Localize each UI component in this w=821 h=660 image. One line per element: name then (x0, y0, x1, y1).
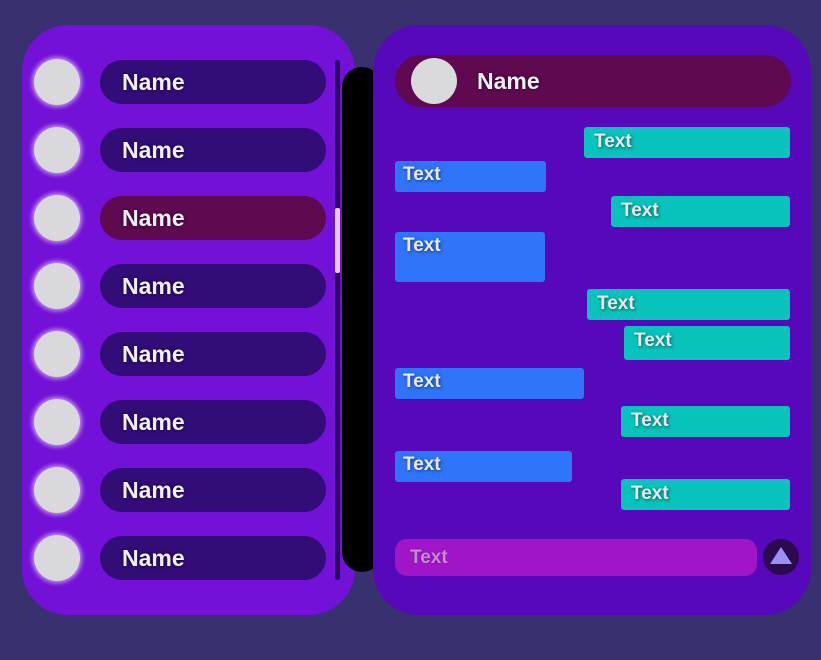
contact-name: Name (100, 468, 326, 512)
contact-name: Name (100, 128, 326, 172)
avatar (34, 195, 80, 241)
avatar (34, 467, 80, 513)
contact-name: Name (100, 400, 326, 444)
contact-name: Name (100, 60, 326, 104)
message-incoming: Text (395, 368, 584, 399)
message-input[interactable]: Text (395, 539, 757, 576)
avatar (34, 127, 80, 173)
message-incoming: Text (395, 451, 572, 482)
contact-scrollbar[interactable] (335, 60, 340, 580)
contact-name: Name (100, 264, 326, 308)
contact-item-active[interactable]: Name (34, 195, 338, 241)
contact-name: Name (100, 332, 326, 376)
message-outgoing: Text (621, 479, 790, 510)
contact-item[interactable]: Name (34, 467, 338, 513)
message-outgoing: Text (611, 196, 790, 227)
contact-item[interactable]: Name (34, 399, 338, 445)
contact-item[interactable]: Name (34, 535, 338, 581)
avatar (34, 331, 80, 377)
contact-panel: Name Name Name Name Name Name Name Name (22, 25, 355, 615)
message-outgoing: Text (584, 127, 790, 158)
scrollbar-thumb[interactable] (335, 208, 340, 273)
avatar (34, 59, 80, 105)
chat-contact-name: Name (477, 68, 540, 94)
message-outgoing: Text (621, 406, 790, 437)
avatar (411, 58, 457, 104)
avatar (34, 263, 80, 309)
contact-item[interactable]: Name (34, 127, 338, 173)
message-incoming: Text (395, 232, 545, 282)
message-outgoing: Text (587, 289, 790, 320)
contact-name: Name (100, 536, 326, 580)
contact-item[interactable]: Name (34, 331, 338, 377)
contact-item[interactable]: Name (34, 263, 338, 309)
avatar (34, 399, 80, 445)
send-button[interactable] (763, 539, 799, 575)
contact-item[interactable]: Name (34, 59, 338, 105)
chat-panel: Name Text Text Text Text Text Text Text … (373, 25, 811, 615)
chat-header: Name (395, 55, 791, 107)
message-incoming: Text (395, 161, 546, 192)
avatar (34, 535, 80, 581)
triangle-up-icon (770, 547, 792, 564)
contact-name: Name (100, 196, 326, 240)
message-outgoing: Text (624, 326, 790, 360)
